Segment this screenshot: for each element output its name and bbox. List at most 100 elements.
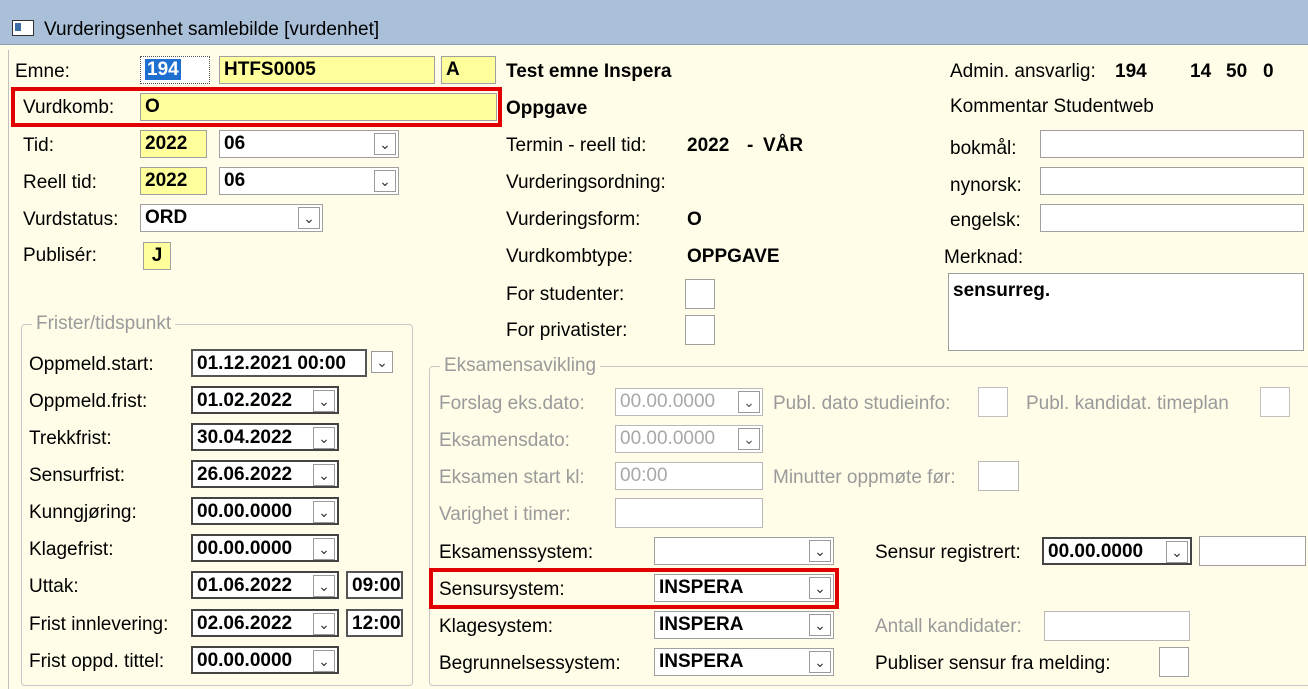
uttak-combo[interactable]: 01.06.2022 ⌄	[191, 571, 339, 599]
chevron-down-icon[interactable]: ⌄	[809, 651, 831, 673]
frist-label-3: Sensurfrist:	[29, 465, 126, 486]
reell-year-field[interactable]: 2022	[140, 167, 207, 195]
for-privatister-checkbox[interactable]	[685, 315, 715, 345]
frist-label-2: Trekkfrist:	[29, 428, 112, 449]
admin-code-3: 50	[1226, 61, 1248, 82]
klagesystem-combo[interactable]: INSPERA ⌄	[654, 611, 834, 639]
sensur-reg-extra-field[interactable]	[1199, 536, 1306, 566]
chevron-down-icon[interactable]: ⌄	[313, 575, 335, 597]
oppmeld-start-field[interactable]: 01.12.2021 00:00	[191, 349, 367, 377]
nynorsk-field[interactable]	[1040, 167, 1304, 195]
chevron-down-icon[interactable]: ⌄	[313, 538, 335, 560]
vurdstatus-combo[interactable]: ORD ⌄	[140, 204, 323, 232]
sensurfrist-value: 26.06.2022	[197, 464, 293, 485]
innlevering-time-field[interactable]: 12:00	[346, 609, 403, 637]
publ-kand-label: Publ. kandidat. timeplan	[1026, 393, 1229, 414]
klagesystem-value: INSPERA	[659, 614, 744, 635]
emne-id-field[interactable]: HTFS0005	[219, 56, 435, 84]
vurdkomb-highlight	[11, 87, 502, 127]
frist-oppd-tittel-value: 00.00.0000	[197, 650, 293, 671]
start-label: Eksamen start kl:	[439, 467, 585, 488]
termin-semester: VÅR	[763, 135, 804, 156]
engelsk-field[interactable]	[1040, 204, 1304, 232]
start-field[interactable]: 00:00	[615, 462, 763, 490]
oppmeld-frist-value: 01.02.2022	[197, 390, 293, 411]
publ-dato-label: Publ. dato studieinfo:	[773, 393, 951, 414]
chevron-down-icon[interactable]: ⌄	[809, 614, 831, 636]
chevron-down-icon[interactable]: ⌄	[298, 207, 320, 229]
eksamenssystem-label: Eksamenssystem:	[439, 542, 594, 563]
frist-oppd-tittel-combo[interactable]: 00.00.0000 ⌄	[191, 646, 339, 674]
eksamen-group-label: Eksamensavikling	[440, 355, 601, 377]
antall-field[interactable]	[1044, 611, 1190, 641]
vurdkombtype-value: OPPGAVE	[687, 246, 780, 267]
chevron-down-icon[interactable]: ⌄	[313, 650, 335, 672]
chevron-down-icon[interactable]: ⌄	[313, 613, 335, 635]
bokmal-label: bokmål:	[950, 138, 1017, 159]
vurdstatus-label: Vurdstatus:	[23, 209, 119, 230]
admin-code-1: 194	[1115, 61, 1147, 82]
minutter-label: Minutter oppmøte før:	[773, 467, 956, 488]
kunngjoring-combo[interactable]: 00.00.0000 ⌄	[191, 497, 339, 525]
termin-label: Termin - reell tid:	[506, 135, 647, 156]
trekkfrist-combo[interactable]: 30.04.2022 ⌄	[191, 423, 339, 451]
merknad-textarea[interactable]: sensurreg.	[948, 273, 1304, 351]
emne-code-field[interactable]: 194	[140, 56, 210, 84]
uttak-value: 01.06.2022	[197, 575, 293, 596]
tid-label: Tid:	[23, 135, 54, 156]
forslag-combo[interactable]: 00.00.0000 ⌄	[615, 388, 763, 416]
reell-tid-label: Reell tid:	[23, 172, 97, 193]
emne-label: Emne:	[15, 61, 70, 82]
chevron-down-icon[interactable]: ⌄	[374, 170, 396, 192]
klagefrist-combo[interactable]: 00.00.0000 ⌄	[191, 534, 339, 562]
bokmal-field[interactable]	[1040, 130, 1304, 158]
begrunnelse-label: Begrunnelsessystem:	[439, 653, 621, 674]
frist-innlevering-combo[interactable]: 02.06.2022 ⌄	[191, 609, 339, 637]
tid-month-combo[interactable]: 06 ⌄	[219, 130, 399, 158]
begrunnelse-combo[interactable]: INSPERA ⌄	[654, 648, 834, 676]
emne-version-field[interactable]: A	[441, 56, 496, 84]
reell-month-combo[interactable]: 06 ⌄	[219, 167, 399, 195]
sensur-reg-value: 00.00.0000	[1048, 541, 1144, 562]
kunngjoring-value: 00.00.0000	[197, 501, 293, 522]
window-title: Vurderingsenhet samlebilde [vurdenhet]	[44, 19, 380, 40]
publiser-sensur-checkbox[interactable]	[1159, 647, 1189, 677]
publiser-field[interactable]: J	[143, 242, 171, 270]
varighet-field[interactable]	[615, 498, 763, 528]
emne-name: Test emne Inspera	[506, 61, 672, 82]
chevron-down-icon[interactable]: ⌄	[313, 464, 335, 486]
window-titlebar: Vurderingsenhet samlebilde [vurdenhet]	[0, 0, 1308, 45]
eksamenssystem-combo[interactable]: ⌄	[654, 537, 834, 565]
chevron-down-icon[interactable]: ⌄	[313, 390, 335, 412]
eksamensdato-combo[interactable]: 00.00.0000 ⌄	[615, 425, 763, 453]
frister-group-label: Frister/tidspunkt	[32, 313, 176, 335]
chevron-down-icon[interactable]: ⌄	[313, 427, 335, 449]
for-studenter-label: For studenter:	[506, 284, 625, 305]
for-studenter-checkbox[interactable]	[685, 279, 715, 309]
eksamensdato-label: Eksamensdato:	[439, 430, 570, 451]
frist-label-1: Oppmeld.frist:	[29, 391, 148, 412]
tid-year-field[interactable]: 2022	[140, 130, 207, 158]
klagesystem-label: Klagesystem:	[439, 616, 554, 637]
sensur-reg-combo[interactable]: 00.00.0000 ⌄	[1042, 537, 1192, 565]
trekkfrist-value: 30.04.2022	[197, 427, 293, 448]
chevron-down-icon[interactable]: ⌄	[1166, 541, 1188, 563]
oppmeld-frist-combo[interactable]: 01.02.2022 ⌄	[191, 386, 339, 414]
chevron-down-icon[interactable]: ⌄	[313, 501, 335, 523]
publ-kand-checkbox[interactable]	[1260, 387, 1290, 417]
minutter-field[interactable]	[978, 461, 1019, 491]
sensurfrist-combo[interactable]: 26.06.2022 ⌄	[191, 460, 339, 488]
chevron-down-icon[interactable]: ⌄	[738, 391, 760, 413]
oppmeld-start-dropdown[interactable]: ⌄	[367, 349, 395, 377]
nynorsk-label: nynorsk:	[950, 175, 1022, 196]
chevron-down-icon[interactable]: ⌄	[374, 133, 396, 155]
vurdstatus-value: ORD	[145, 207, 188, 228]
termin-year: 2022	[687, 135, 730, 156]
publ-dato-checkbox[interactable]	[978, 387, 1008, 417]
uttak-time-field[interactable]: 09:00	[346, 571, 403, 599]
chevron-down-icon[interactable]: ⌄	[809, 540, 831, 562]
chevron-down-icon[interactable]: ⌄	[738, 428, 760, 450]
publiser-label: Publisér:	[23, 245, 97, 266]
chevron-down-icon[interactable]: ⌄	[371, 351, 393, 373]
merknad-label: Merknad:	[944, 247, 1024, 268]
